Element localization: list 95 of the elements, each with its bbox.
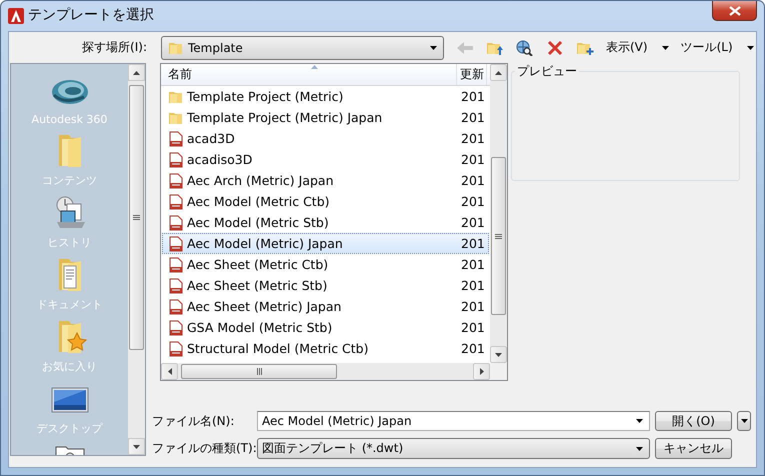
file-row[interactable]: Template Project (Metric) Japan 201 [162,107,489,128]
file-name: Structural Model (Metric Ctb) [187,341,368,356]
file-row[interactable]: Aec Sheet (Metric Stb) 201 [162,275,489,296]
template-file-icon [168,130,184,146]
scroll-down-button[interactable] [490,346,507,363]
globe-search-icon[interactable] [516,40,534,56]
file-name: acadiso3D [187,152,252,167]
scroll-down-button[interactable] [128,438,145,455]
scroll-left-button[interactable] [161,363,178,380]
template-file-icon [168,152,184,168]
template-file-icon [168,236,184,252]
file-type-dropdown[interactable]: 図面テンプレート (*.dwt) [257,438,650,459]
down-arrow-icon [495,352,502,356]
file-row[interactable]: Aec Arch (Metric) Japan 201 [162,170,489,191]
close-button[interactable] [712,1,757,21]
grip-icon [256,368,262,375]
modified-date: 201 [460,110,486,125]
file-name: Aec Sheet (Metric) Japan [187,299,342,314]
up-arrow-icon [495,70,502,74]
file-name: Aec Model (Metric) Japan [187,236,343,251]
window-title: テンプレートを選択 [28,6,154,24]
modified-date: 201 [460,173,486,188]
file-name: acad3D [187,131,235,146]
file-name: Template Project (Metric) [187,89,344,104]
modified-date: 201 [460,236,486,251]
preview-label: プレビュー [516,63,578,80]
caret-icon [662,46,669,50]
template-file-icon [168,298,184,314]
up-arrow-icon [133,70,140,74]
scroll-thumb[interactable] [491,157,506,315]
file-row[interactable]: Aec Model (Metric) Japan 201 [162,233,489,254]
scrollbar-corner [490,363,507,380]
file-row[interactable]: Aec Model (Metric Ctb) 201 [162,191,489,212]
file-row[interactable]: acad3D 201 [162,128,489,149]
open-options-button[interactable] [737,411,751,431]
template-file-icon [168,340,184,356]
down-arrow-icon [133,444,140,448]
modified-date: 201 [460,320,486,335]
file-name: Aec Sheet (Metric Ctb) [187,257,328,272]
file-name: Aec Sheet (Metric Stb) [187,278,328,293]
file-row[interactable]: GSA Model (Metric Stb) 201 [162,317,489,338]
sort-icon [311,65,318,69]
right-arrow-icon [480,368,484,375]
file-name-field[interactable]: Aec Model (Metric) Japan [257,411,650,431]
scroll-thumb[interactable] [129,85,144,350]
scroll-up-button[interactable] [490,64,507,81]
modified-date: 201 [460,341,486,356]
file-row[interactable]: Template Project (Metric) 201 [162,86,489,107]
file-name: Aec Model (Metric Ctb) [187,194,330,209]
caret-icon [746,46,754,50]
file-name-label: ファイル名(N): [152,412,236,430]
scroll-right-button[interactable] [473,363,490,380]
left-arrow-icon [168,368,172,375]
file-name: Aec Model (Metric Stb) [187,215,329,230]
file-row[interactable]: Aec Model (Metric Stb) 201 [162,212,489,233]
look-in-label: 探す場所(I): [81,39,147,56]
modified-date: 201 [460,152,486,167]
template-file-icon [168,278,184,294]
delete-icon[interactable] [546,40,564,56]
column-header[interactable]: 更新 [457,64,487,85]
scroll-thumb[interactable] [181,364,337,379]
caret-icon [740,419,748,423]
modified-date: 201 [460,215,486,230]
app-logo-icon [8,8,24,24]
modified-date: 201 [460,278,486,293]
file-name: Aec Arch (Metric) Japan [187,173,334,188]
folder-drive-icon [54,444,86,455]
template-file-icon [168,172,184,188]
close-icon [728,6,740,16]
modified-date: 201 [460,194,486,209]
menu-button[interactable]: ツール(L) [680,39,754,56]
modified-date: 201 [460,131,486,146]
grip-icon [495,234,502,238]
file-name: GSA Model (Metric Stb) [187,320,332,335]
caret-icon [430,46,437,50]
menu-button[interactable]: 表示(V) [606,39,669,56]
scroll-up-button[interactable] [128,64,145,81]
template-file-icon [168,320,184,336]
template-file-icon [168,214,184,230]
template-file-icon [168,194,184,210]
modified-date: 201 [460,299,486,314]
file-row[interactable]: Aec Sheet (Metric) Japan 201 [162,296,489,317]
cancel-button[interactable]: キャンセル [655,438,732,459]
file-name: Template Project (Metric) Japan [187,110,382,125]
caret-icon [636,446,643,450]
grip-icon [133,215,140,220]
template-file-icon [168,256,184,272]
modified-date: 201 [460,89,486,104]
file-row[interactable]: Aec Sheet (Metric Ctb) 201 [162,254,489,275]
file-row[interactable]: acadiso3D 201 [162,149,489,170]
modified-date: 201 [460,257,486,272]
look-in-dropdown[interactable]: Template [161,36,444,60]
open-button[interactable]: 開く(O) [655,411,732,431]
caret-icon [636,419,643,423]
file-row[interactable]: Structural Model (Metric Ctb) 201 [162,338,489,359]
